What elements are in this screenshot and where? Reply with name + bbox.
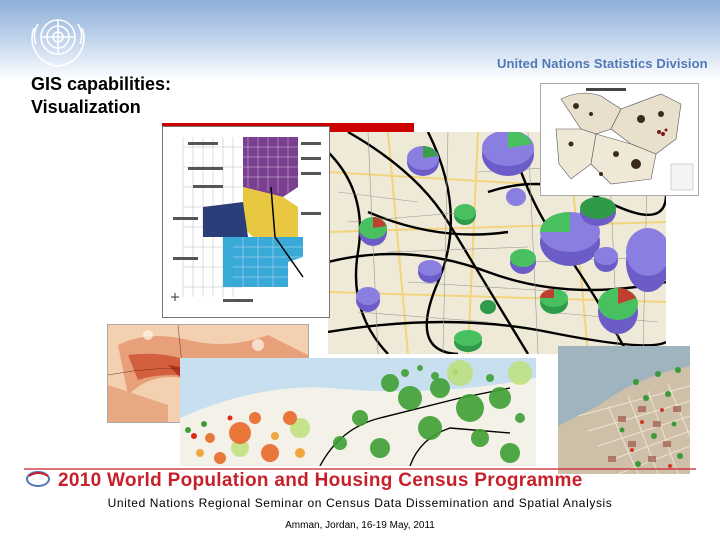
seminar-title: United Nations Regional Seminar on Censu…: [107, 496, 613, 510]
programme-banner-text: 2010 World Population and Housing Census…: [58, 470, 583, 490]
page-title: GIS capabilities: Visualization: [31, 73, 171, 119]
census-logo-icon: [26, 471, 50, 487]
title-line-1: GIS capabilities:: [31, 74, 172, 94]
zoning-map: [162, 126, 330, 318]
venue-date: Amman, Jordan, 16-19 May, 2011: [285, 520, 435, 531]
bubble-map: [180, 358, 536, 466]
title-line-2: Visualization: [31, 97, 141, 117]
un-logo-icon: [22, 10, 94, 70]
division-name: United Nations Statistics Division: [497, 56, 708, 71]
census-programme-banner: 2010 World Population and Housing Census…: [24, 466, 696, 491]
aerial-photo-map: [558, 346, 690, 474]
district-dot-map: [540, 83, 699, 196]
